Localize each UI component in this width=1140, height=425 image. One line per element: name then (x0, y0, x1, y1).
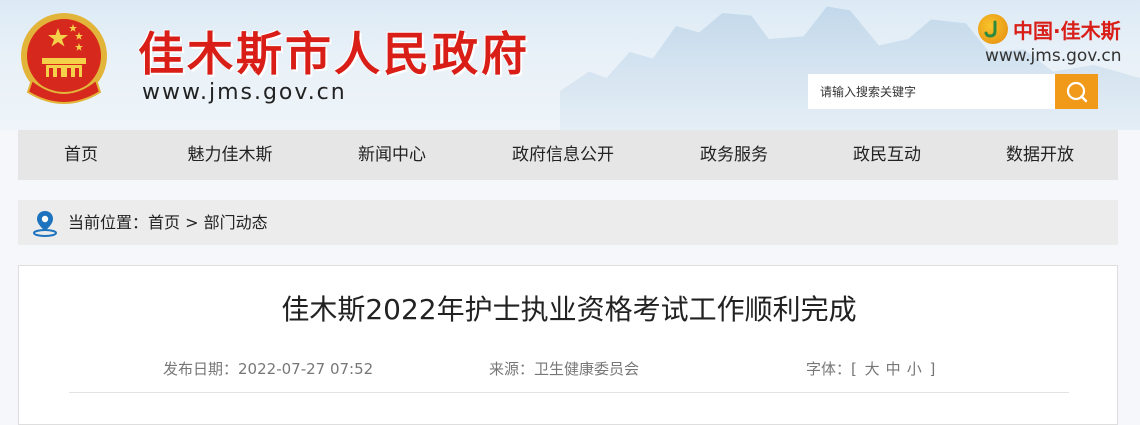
breadcrumb-trail: 当前位置：首页 > 部门动态 (68, 200, 268, 245)
publish-date-label: 发布日期： (163, 360, 239, 378)
header-banner: 佳木斯市人民政府 www.jms.gov.cn 中国·佳木斯 www.jms.g… (0, 0, 1140, 130)
font-medium-button[interactable]: 中 (886, 360, 901, 378)
site-domain: www.jms.gov.cn (142, 80, 347, 105)
font-bracket-close: ] (929, 360, 936, 378)
nav-item-interaction[interactable]: 政民互动 (853, 130, 921, 180)
publish-date: 发布日期：2022-07-27 07:52 (163, 358, 373, 379)
nav-item-services[interactable]: 政务服务 (700, 130, 768, 180)
search-button[interactable] (1055, 74, 1098, 109)
search-icon (1066, 81, 1087, 102)
nav-item-open-data[interactable]: 数据开放 (1006, 130, 1074, 180)
nav-item-home[interactable]: 首页 (64, 130, 98, 180)
nav-item-gov-info[interactable]: 政府信息公开 (512, 130, 614, 180)
article-source: 来源：卫生健康委员会 (489, 358, 639, 379)
location-pin-icon (33, 211, 57, 237)
article-title: 佳木斯2022年护士执业资格考试工作顺利完成 (281, 293, 857, 326)
article-panel: 佳木斯2022年护士执业资格考试工作顺利完成 发布日期：2022-07-27 0… (18, 265, 1118, 425)
brand-logo-icon (978, 14, 1008, 44)
breadcrumb-home-link[interactable]: 首页 (148, 213, 180, 232)
breadcrumb: 当前位置：首页 > 部门动态 (18, 200, 1118, 245)
brand-text: 中国·佳木斯 (1013, 18, 1121, 43)
breadcrumb-current-link[interactable]: 部门动态 (204, 213, 268, 232)
meta-divider (69, 392, 1069, 393)
source-value: 卫生健康委员会 (534, 360, 640, 378)
search-input[interactable] (808, 74, 1056, 109)
nav-item-news[interactable]: 新闻中心 (358, 130, 426, 180)
breadcrumb-prefix: 当前位置： (68, 213, 149, 232)
source-label: 来源： (489, 360, 535, 378)
font-large-button[interactable]: 大 (865, 360, 880, 378)
publish-date-value: 2022-07-27 07:52 (238, 360, 374, 378)
font-bracket-open: [ (851, 360, 857, 378)
main-nav: 首页 魅力佳木斯 新闻中心 政府信息公开 政务服务 政民互动 数据开放 (18, 130, 1118, 180)
brand-logo[interactable]: 中国·佳木斯 (978, 14, 1121, 44)
nav-item-charm[interactable]: 魅力佳木斯 (188, 130, 273, 180)
font-size-selector: 字体：[ 大中小 ] (806, 358, 935, 379)
font-size-label: 字体： (806, 360, 852, 378)
font-small-button[interactable]: 小 (907, 360, 922, 378)
breadcrumb-separator: > (180, 213, 204, 232)
national-emblem-icon (21, 13, 107, 104)
site-title: 佳木斯市人民政府 (138, 27, 530, 81)
brand-domain: www.jms.gov.cn (985, 46, 1122, 66)
